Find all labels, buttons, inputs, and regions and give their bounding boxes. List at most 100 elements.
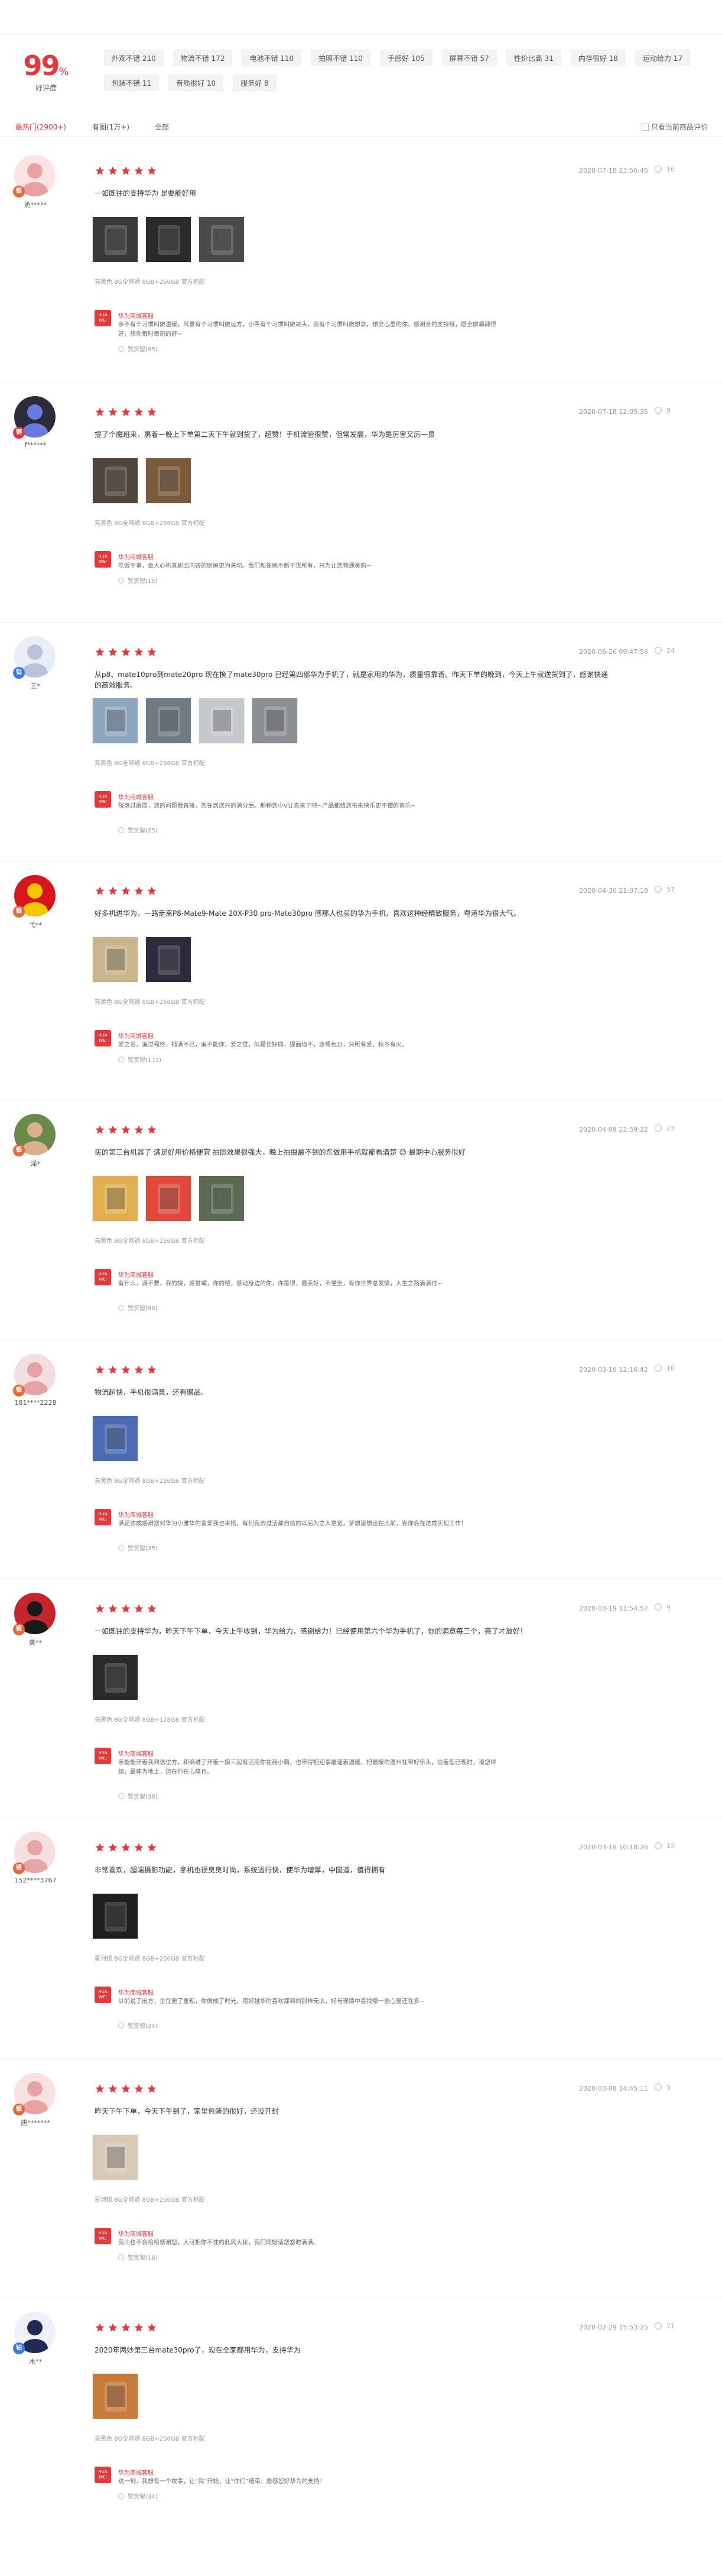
only-current-product-toggle[interactable]: 只看当前商品评价 xyxy=(641,122,708,132)
top-divider xyxy=(0,0,722,34)
star-icon xyxy=(134,1603,144,1614)
review-tag[interactable]: 服务好 8 xyxy=(233,74,277,91)
review-tag[interactable]: 运动给力 17 xyxy=(635,50,691,66)
product-spec: 亮黑色 8G全网通 8GB+256GB 官方标配 xyxy=(95,1478,205,1485)
review-photo[interactable] xyxy=(199,216,245,263)
reply-like-button[interactable]: 赞赏留(38) xyxy=(118,1791,158,1800)
review-tag[interactable]: 屏幕不错 57 xyxy=(441,50,497,66)
review-photo[interactable] xyxy=(92,1415,138,1462)
review-photo[interactable] xyxy=(92,1654,138,1700)
thumbs-up-icon xyxy=(655,1842,662,1849)
username: 木** xyxy=(29,2358,42,2366)
review-photo[interactable] xyxy=(92,2134,138,2180)
review-text: 一如既往的支持华为 是要能好用 xyxy=(95,189,196,197)
star-icon xyxy=(108,647,118,657)
star-icon xyxy=(121,2084,131,2094)
review-photo[interactable] xyxy=(92,2373,138,2419)
like-button[interactable]: 9 xyxy=(655,1603,671,1611)
like-button[interactable]: 16 xyxy=(655,166,675,173)
like-button[interactable]: 23 xyxy=(655,1125,675,1132)
review-photo[interactable] xyxy=(92,216,138,263)
review-photo[interactable] xyxy=(92,698,138,744)
thumbs-up-icon xyxy=(118,1057,124,1062)
star-rating xyxy=(95,1125,160,1137)
review-photo[interactable] xyxy=(199,698,245,744)
review-text: 昨天下午下单，今天下午到了，家里包装的很好，还没开封 xyxy=(95,2107,279,2115)
review-tag[interactable]: 内存很好 18 xyxy=(570,50,626,66)
review-photo[interactable] xyxy=(92,937,138,983)
star-rating xyxy=(95,1842,160,1855)
huawei-logo-icon: HUA WEI xyxy=(95,1987,111,2003)
reply-like-button[interactable]: 赞赏留(95) xyxy=(118,344,158,353)
review-photo[interactable] xyxy=(199,1175,245,1221)
review-tag[interactable]: 包装不错 11 xyxy=(104,74,160,91)
review-tag[interactable]: 物流不错 172 xyxy=(173,50,233,66)
product-spec: 亮黑色 8G全网通 8GB+256GB 官方标配 xyxy=(95,999,205,1006)
review-tag[interactable]: 性价比高 31 xyxy=(506,50,561,66)
like-count: 71 xyxy=(666,2322,675,2330)
review-photo[interactable] xyxy=(92,1893,138,1939)
review-photo[interactable] xyxy=(92,458,138,504)
thumbs-up-icon xyxy=(655,1125,662,1132)
review-photo[interactable] xyxy=(145,698,191,744)
like-button[interactable]: 12 xyxy=(655,1842,675,1850)
review-date: 2020-03-16 12:16:42 xyxy=(579,1366,648,1373)
thumbs-up-icon xyxy=(118,2023,124,2029)
star-rating xyxy=(95,647,160,659)
username: 泽* xyxy=(30,1160,41,1168)
review-tag[interactable]: 手感好 105 xyxy=(379,50,432,66)
like-button[interactable]: 5 xyxy=(655,2084,671,2091)
reply-like-button[interactable]: 赞赏留(18) xyxy=(118,2253,158,2261)
like-button[interactable]: 24 xyxy=(655,647,675,654)
reply-like-button[interactable]: 赞赏留(15) xyxy=(118,576,158,585)
product-spec: 亮黑色 8G全网通 8GB+256GB 官方标配 xyxy=(95,2436,205,2442)
star-icon xyxy=(95,1125,105,1135)
review-text: 好多机进华为，一路走来P8-Mate9-Mate 20X-P30 pro-Mat… xyxy=(95,909,521,918)
star-icon xyxy=(95,647,105,657)
star-icon xyxy=(121,1603,131,1614)
star-rating xyxy=(95,2084,160,2096)
reply-like-count: 赞赏留(98) xyxy=(128,1305,158,1312)
checkbox-icon[interactable] xyxy=(641,124,649,131)
like-count: 24 xyxy=(666,647,675,654)
reply-like-button[interactable]: 赞赏留(98) xyxy=(118,1303,158,1312)
review-tag[interactable]: 音质很好 10 xyxy=(168,74,224,91)
review-photo[interactable] xyxy=(145,458,191,504)
like-button[interactable]: 9 xyxy=(655,407,671,414)
positive-rate: 99 xyxy=(23,50,60,82)
reply-like-button[interactable]: 赞赏留(34) xyxy=(118,2491,158,2500)
review-tag[interactable]: 拍照不错 110 xyxy=(311,50,370,66)
huawei-logo-icon: HUA WEI xyxy=(95,791,111,808)
filter-with-pictures[interactable]: 有图(1万+) xyxy=(92,122,129,132)
review-pictures xyxy=(92,937,199,983)
review-photo[interactable] xyxy=(145,1175,191,1221)
huawei-logo-icon: HUA WEI xyxy=(95,1030,111,1046)
review-photo[interactable] xyxy=(145,937,191,983)
star-icon xyxy=(147,647,157,657)
reply-like-button[interactable]: 赞赏留(25) xyxy=(118,1543,158,1552)
reply-like-count: 赞赏留(15) xyxy=(128,578,158,585)
like-button[interactable]: 71 xyxy=(655,2322,675,2330)
review-tag[interactable]: 电池不错 110 xyxy=(242,50,302,66)
review-photo[interactable] xyxy=(92,1175,138,1221)
like-button[interactable]: 57 xyxy=(655,886,675,893)
thumbs-up-icon xyxy=(118,1545,124,1551)
thumbs-up-icon xyxy=(118,346,124,352)
thumbs-up-icon xyxy=(118,827,124,833)
reply-like-count: 赞赏留(95) xyxy=(128,346,158,353)
star-icon xyxy=(108,1125,118,1135)
filter-all[interactable]: 全部 xyxy=(155,122,169,132)
like-button[interactable]: 10 xyxy=(655,1365,675,1372)
star-icon xyxy=(108,407,118,417)
filter-hot[interactable]: 最热门(2900+) xyxy=(15,122,66,132)
reply-author: 华为商城客服 xyxy=(118,1990,154,1997)
star-icon xyxy=(147,1603,157,1614)
review-divider xyxy=(0,622,722,623)
username: 黄** xyxy=(29,1639,42,1647)
review-photo[interactable] xyxy=(145,216,191,263)
reply-like-button[interactable]: 赞赏留(24) xyxy=(118,2021,158,2030)
reply-like-button[interactable]: 赞赏留(25) xyxy=(118,825,158,834)
review-photo[interactable] xyxy=(252,698,298,744)
review-tag[interactable]: 外观不错 210 xyxy=(104,50,164,66)
reply-like-button[interactable]: 赞赏留(173) xyxy=(118,1055,161,1064)
